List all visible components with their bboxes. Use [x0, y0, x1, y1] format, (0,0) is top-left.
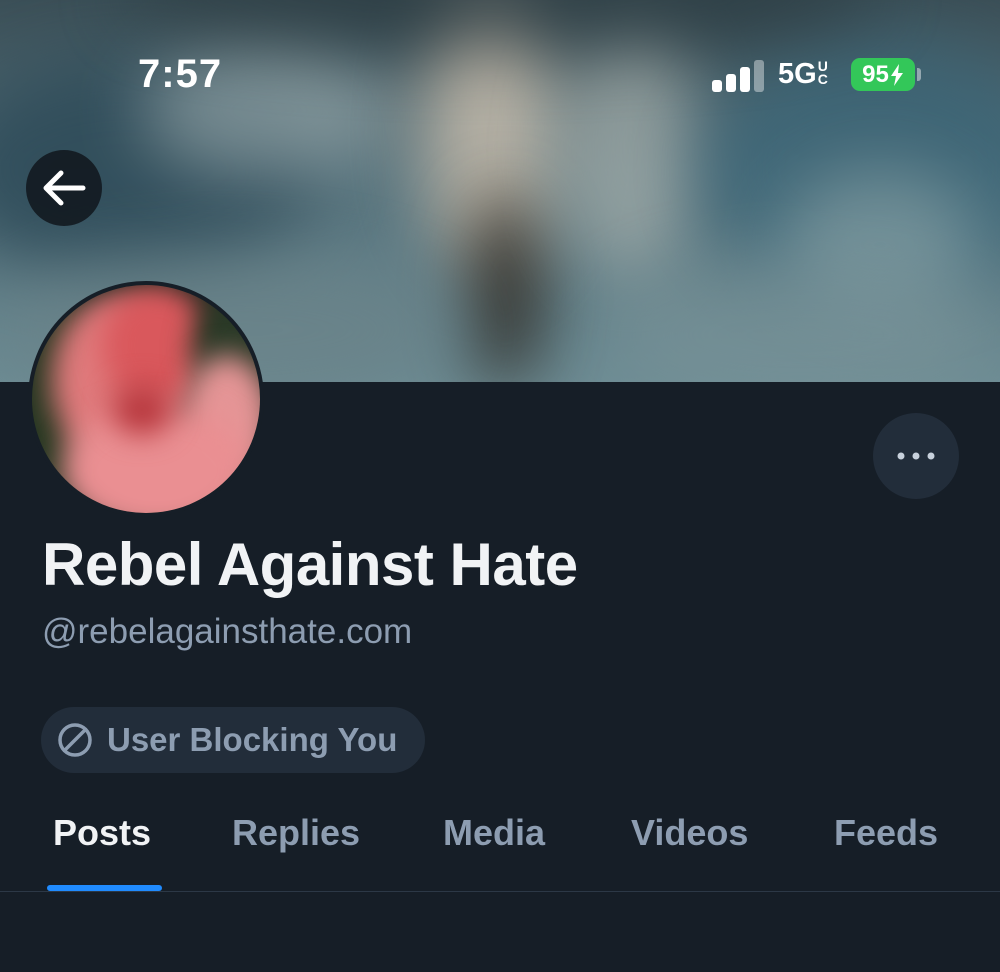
- tab-posts[interactable]: Posts: [53, 812, 151, 854]
- battery-cap: [917, 68, 921, 81]
- tab-feeds[interactable]: Feeds: [834, 812, 938, 854]
- avatar[interactable]: [28, 281, 264, 517]
- blocking-status-badge[interactable]: User Blocking You: [41, 707, 425, 773]
- arrow-left-icon: [43, 170, 86, 206]
- network-sub: C: [817, 71, 828, 87]
- cellular-signal-icon: [712, 58, 764, 92]
- tab-videos[interactable]: Videos: [631, 812, 748, 854]
- more-options-button[interactable]: [873, 413, 959, 499]
- ban-icon: [58, 723, 92, 757]
- tab-media[interactable]: Media: [443, 812, 545, 854]
- network-indicator: 5G U C: [778, 58, 828, 91]
- tabs-divider: [0, 891, 1000, 892]
- back-button[interactable]: [26, 150, 102, 226]
- profile-screen: 7:57 5G U C 95 Rebel Against Hate @rebel…: [0, 0, 1000, 972]
- display-name: Rebel Against Hate: [42, 531, 578, 598]
- blocking-status-label: User Blocking You: [107, 721, 398, 758]
- battery-level: 95: [862, 60, 889, 88]
- bolt-icon: [890, 63, 903, 86]
- battery-indicator: 95: [851, 58, 915, 91]
- network-label: 5G: [778, 58, 817, 90]
- status-time: 7:57: [138, 52, 223, 96]
- profile-handle: @rebelagainsthate.com: [42, 612, 413, 651]
- tab-replies[interactable]: Replies: [232, 812, 360, 854]
- ellipsis-icon: [897, 452, 935, 460]
